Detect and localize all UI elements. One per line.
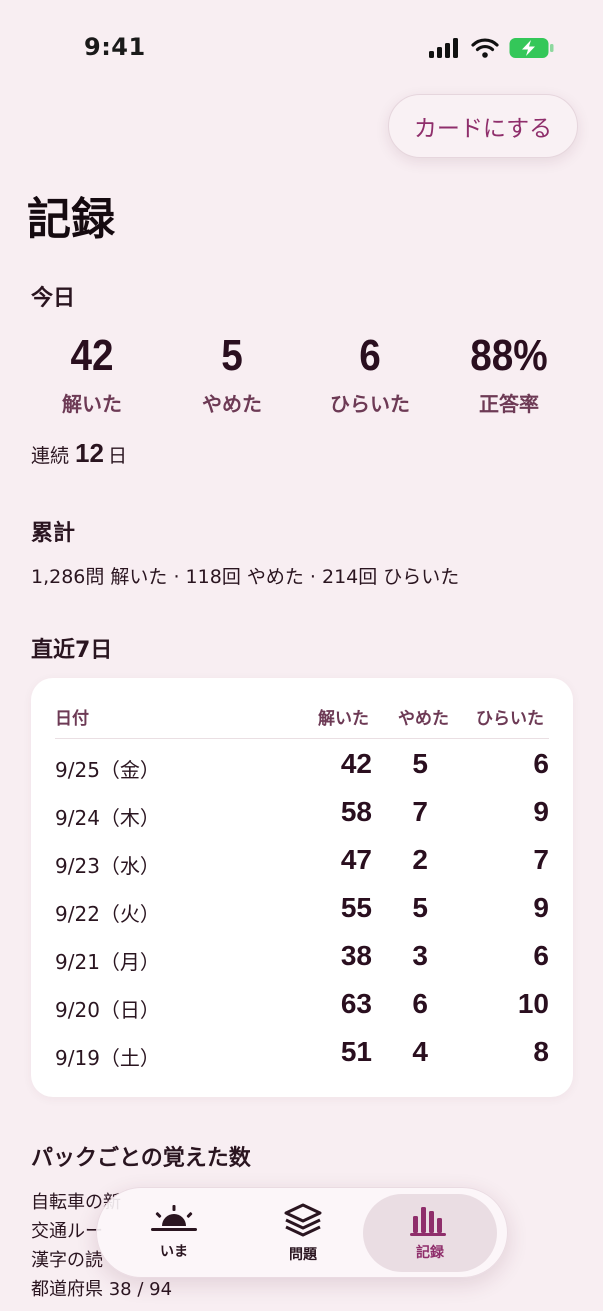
stat-opened-label: ひらいた [330,392,410,416]
table-row: 9/19（土） 51 4 8 [55,1032,549,1080]
cell-solved: 51 [340,1036,372,1067]
cellular-signal-icon [429,38,458,58]
cell-solved: 55 [340,892,372,923]
streak-prefix: 連続 [31,445,70,467]
status-time: 9:41 [84,33,146,61]
packs-section-title: パックごとの覚えた数 [31,1146,251,1171]
stat-accuracy-label: 正答率 [479,392,539,416]
stat-solved: 42 解いた [22,330,162,417]
cell-date: 9/23（水） [55,854,160,878]
today-section-title: 今日 [31,286,76,311]
cell-date: 9/21（月） [55,950,160,974]
cumulative-summary: 1,286問 解いた · 118回 やめた · 214回 ひらいた [31,566,460,588]
status-icons [429,37,555,59]
streak-suffix: 日 [107,445,127,467]
cell-date: 9/19（土） [55,1046,160,1070]
tab-problems-label: 問題 [289,1247,317,1263]
cell-quit: 7 [412,796,428,827]
cell-solved: 63 [340,988,372,1019]
cell-solved: 42 [340,748,372,779]
cell-opened: 9 [533,892,549,923]
bar-chart-icon [410,1207,446,1236]
cell-solved: 38 [340,940,372,971]
cell-opened: 6 [533,940,549,971]
cell-quit: 5 [412,748,428,779]
cell-opened: 8 [533,1036,549,1067]
cell-opened: 7 [533,844,549,875]
sunrise-icon [151,1205,197,1231]
stat-opened: 6 ひらいた [300,330,440,417]
table-row: 9/25（金） 42 5 6 [55,744,549,792]
header-quit: やめた [398,709,449,729]
make-card-button[interactable]: カードにする [388,94,578,158]
cumulative-section-title: 累計 [31,521,76,546]
tab-records[interactable]: 記録 [363,1194,497,1272]
streak-value: 12 [75,438,104,468]
stat-quit-label: やめた [202,392,262,416]
cell-date: 9/24（木） [55,806,160,830]
header-solved: 解いた [318,709,369,729]
tab-bar: いま 問題 記録 [96,1187,508,1278]
tab-problems[interactable]: 問題 [236,1194,370,1272]
tab-now[interactable]: いま [107,1194,241,1272]
tab-now-label: いま [160,1244,188,1260]
cell-quit: 2 [412,844,428,875]
stat-opened-value: 6 [359,331,381,380]
cell-date: 9/20（日） [55,998,160,1022]
table-header: 日付 解いた やめた ひらいた [55,702,549,739]
stack-icon [284,1203,322,1237]
cell-solved: 58 [340,796,372,827]
page-title: 記録 [27,194,115,245]
tab-records-label: 記録 [416,1245,444,1261]
stat-solved-value: 42 [70,331,114,380]
table-row: 9/24（木） 58 7 9 [55,792,549,840]
recent-section-title: 直近7日 [31,638,113,663]
cell-quit: 4 [412,1036,428,1067]
cell-date: 9/22（火） [55,902,160,926]
stat-quit: 5 やめた [162,330,302,417]
streak: 連続 12 日 [31,438,127,469]
table-row: 9/23（水） 47 2 7 [55,840,549,888]
cell-solved: 47 [340,844,372,875]
stat-quit-value: 5 [221,331,243,380]
cell-quit: 5 [412,892,428,923]
stat-solved-label: 解いた [62,392,122,416]
stat-accuracy-value: 88% [470,331,548,380]
cell-opened: 9 [533,796,549,827]
recent-table: 日付 解いた やめた ひらいた 9/25（金） 42 5 6 9/24（木） 58 7 9 9/… [31,678,573,1097]
battery-charging-icon [509,38,554,58]
table-row: 9/21（月） 38 3 6 [55,936,549,984]
cell-quit: 3 [412,940,428,971]
header-opened: ひらいた [476,709,544,729]
table-row: 9/22（火） 55 5 9 [55,888,549,936]
wifi-icon [471,38,499,58]
cell-opened: 10 [517,988,549,1019]
pack-item: 都道府県 38 / 94 [31,1279,173,1300]
stat-accuracy: 88% 正答率 [439,330,579,417]
header-date: 日付 [55,709,89,729]
cell-date: 9/25（金） [55,758,160,782]
cell-quit: 6 [412,988,428,1019]
status-bar: 9:41 [0,0,603,96]
cell-opened: 6 [533,748,549,779]
table-row: 9/20（日） 63 6 10 [55,984,549,1032]
